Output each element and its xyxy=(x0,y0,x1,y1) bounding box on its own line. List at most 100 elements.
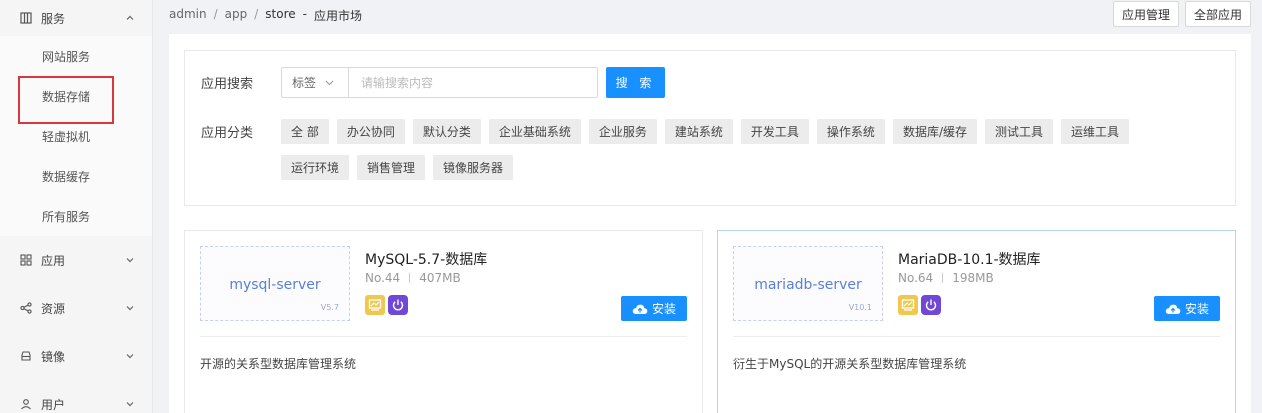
app-thumbnail: mariadb-server V10.1 xyxy=(733,246,883,321)
app-meta: No.44 407MB xyxy=(365,271,461,285)
sidebar-item-label: 所有服务 xyxy=(42,209,91,224)
sidebar-item-all-services[interactable]: 所有服务 xyxy=(0,196,152,236)
breadcrumb-app[interactable]: app xyxy=(225,7,248,24)
thumbnail-name: mariadb-server xyxy=(754,277,862,293)
breadcrumb: admin / app / store - 应用市场 xyxy=(169,7,369,24)
sidebar-group-label: 镜像 xyxy=(41,349,66,364)
main-content: 应用搜索 标签 搜 索 应用分类 全 部办公协同默认分类企业基础系统企业服务建站… xyxy=(169,34,1251,413)
chevron-down-icon xyxy=(126,304,134,312)
breadcrumb-separator: / xyxy=(254,7,259,21)
install-button[interactable]: 安装 xyxy=(621,296,687,321)
app-feature-icons xyxy=(898,295,941,315)
category-tag[interactable]: 建站系统 xyxy=(664,119,733,144)
sidebar-group-label: 服务 xyxy=(41,11,66,26)
chevron-down-icon xyxy=(126,256,134,264)
chevron-down-icon xyxy=(325,78,334,87)
sidebar-group-label: 用户 xyxy=(41,397,66,412)
category-tag[interactable]: 办公协同 xyxy=(336,119,405,144)
app-card-mysql[interactable]: mysql-server V5.7 MySQL-5.7-数据库 No.44 40… xyxy=(184,230,703,413)
apps-icon xyxy=(20,254,32,266)
category-tag[interactable]: 默认分类 xyxy=(412,119,481,144)
sidebar-group-service[interactable]: 服务 xyxy=(0,0,152,36)
thumbnail-version: V5.7 xyxy=(320,303,339,312)
app-manage-button[interactable]: 应用管理 xyxy=(1113,1,1180,27)
category-tag[interactable]: 销售管理 xyxy=(357,155,426,180)
app-size: 198MB xyxy=(952,271,994,285)
category-tag[interactable]: 镜像服务器 xyxy=(433,155,514,180)
app-number: No.64 xyxy=(898,271,934,285)
sidebar-group-apps[interactable]: 应用 xyxy=(0,236,152,284)
sidebar-group-label: 资源 xyxy=(41,301,66,316)
power-icon xyxy=(388,295,408,315)
chevron-up-icon xyxy=(126,14,134,22)
sidebar-item-label: 轻虚拟机 xyxy=(42,129,91,144)
breadcrumb-current: 应用市场 xyxy=(314,9,363,23)
all-apps-button[interactable]: 全部应用 xyxy=(1185,1,1252,27)
sidebar-submenu-service: 网站服务 数据存储 轻虚拟机 数据缓存 所有服务 xyxy=(0,36,152,236)
select-value: 标签 xyxy=(292,76,317,90)
search-label: 应用搜索 xyxy=(201,77,254,92)
meta-divider xyxy=(409,273,411,283)
breadcrumb-dash: - xyxy=(302,7,307,21)
meta-divider xyxy=(942,273,944,283)
sidebar-item-lightvm[interactable]: 轻虚拟机 xyxy=(0,116,152,156)
cloud-upload-icon xyxy=(1165,304,1181,314)
search-input[interactable] xyxy=(348,67,598,98)
thumbnail-name: mysql-server xyxy=(229,277,321,293)
sidebar-group-resources[interactable]: 资源 xyxy=(0,284,152,332)
category-tag[interactable]: 全 部 xyxy=(281,119,329,144)
app-thumbnail: mysql-server V5.7 xyxy=(200,246,350,321)
app-size: 407MB xyxy=(419,271,461,285)
app-title[interactable]: MySQL-5.7-数据库 xyxy=(365,249,487,269)
sidebar-item-web[interactable]: 网站服务 xyxy=(0,36,152,76)
category-tag[interactable]: 测试工具 xyxy=(984,119,1053,144)
category-tag[interactable]: 运行环境 xyxy=(281,155,350,180)
sidebar-group-label: 应用 xyxy=(41,253,66,268)
grid-icon xyxy=(20,12,32,24)
app-description: 开源的关系型数据库管理系统 xyxy=(200,357,357,371)
search-panel: 应用搜索 标签 搜 索 应用分类 全 部办公协同默认分类企业基础系统企业服务建站… xyxy=(184,50,1236,206)
sidebar-item-label: 数据缓存 xyxy=(42,169,91,184)
app-card-mariadb[interactable]: mariadb-server V10.1 MariaDB-10.1-数据库 No… xyxy=(717,230,1236,413)
share-icon xyxy=(20,302,32,314)
cloud-upload-icon xyxy=(632,304,648,314)
sidebar-group-images[interactable]: 镜像 xyxy=(0,332,152,380)
app-number: No.44 xyxy=(365,271,401,285)
category-tag[interactable]: 数据库/缓存 xyxy=(892,119,977,144)
chevron-down-icon xyxy=(126,352,134,360)
category-tag[interactable]: 开发工具 xyxy=(740,119,809,144)
card-divider xyxy=(733,336,1220,337)
user-icon xyxy=(20,398,32,410)
category-tag[interactable]: 运维工具 xyxy=(1061,119,1130,144)
search-type-select[interactable]: 标签 xyxy=(281,67,349,98)
install-label: 安装 xyxy=(651,302,676,316)
breadcrumb-separator: / xyxy=(213,7,218,21)
category-tag[interactable]: 企业服务 xyxy=(588,119,657,144)
install-button[interactable]: 安装 xyxy=(1154,296,1220,321)
sidebar-item-cache[interactable]: 数据缓存 xyxy=(0,156,152,196)
sidebar-item-label: 数据存储 xyxy=(42,89,91,104)
search-button[interactable]: 搜 索 xyxy=(606,67,665,98)
app-title[interactable]: MariaDB-10.1-数据库 xyxy=(898,249,1041,269)
app-description: 衍生于MySQL的开源关系型数据库管理系统 xyxy=(733,357,967,371)
breadcrumb-admin[interactable]: admin xyxy=(169,7,207,24)
image-frame-icon xyxy=(365,295,385,315)
image-frame-icon xyxy=(898,295,918,315)
card-divider xyxy=(200,336,687,337)
category-label: 应用分类 xyxy=(201,126,254,141)
app-feature-icons xyxy=(365,295,408,315)
install-label: 安装 xyxy=(1184,302,1209,316)
category-tag[interactable]: 操作系统 xyxy=(816,119,885,144)
sidebar: 服务 网站服务 数据存储 轻虚拟机 数据缓存 所有服务 应用 资源 镜像 用户 xyxy=(0,0,153,413)
app-meta: No.64 198MB xyxy=(898,271,994,285)
sidebar-group-users[interactable]: 用户 xyxy=(0,380,152,413)
thumbnail-version: V10.1 xyxy=(848,303,872,312)
category-tag[interactable]: 企业基础系统 xyxy=(488,119,581,144)
sidebar-item-label: 网站服务 xyxy=(42,49,91,64)
sidebar-item-storage[interactable]: 数据存储 xyxy=(0,76,152,124)
chevron-down-icon xyxy=(126,400,134,408)
breadcrumb-store: store xyxy=(265,7,296,21)
topbar: admin / app / store - 应用市场 应用管理 全部应用 xyxy=(153,0,1262,32)
category-tags: 全 部办公协同 默认分类 企业基础系统 企业服务 建站系统 开发工具 操作系统 数据库/缓存测… xyxy=(281,119,1181,180)
disk-icon xyxy=(20,350,32,362)
